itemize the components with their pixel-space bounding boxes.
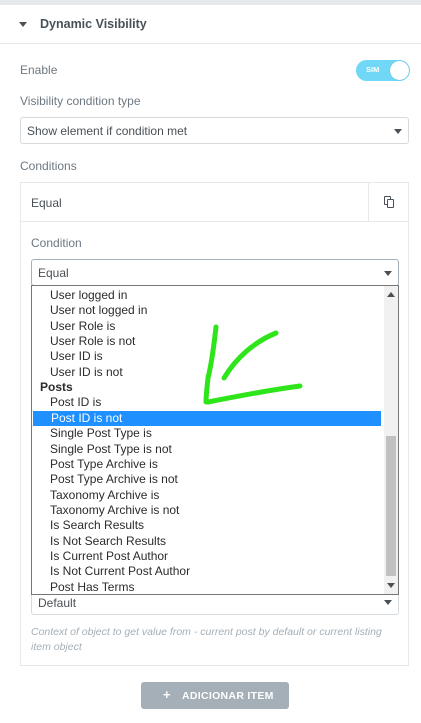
dropdown-option[interactable]: Single Post Type is (32, 426, 382, 441)
repeater-item-header[interactable]: Equal (21, 183, 408, 222)
dropdown-option[interactable]: Post Has Terms (32, 580, 382, 594)
dropdown-option[interactable]: Single Post Type is not (32, 442, 382, 457)
chevron-down-icon (394, 129, 402, 134)
toggle-knob (390, 61, 409, 80)
enable-toggle[interactable]: SIM (356, 60, 410, 81)
enable-label: Enable (20, 63, 58, 77)
dropdown-option[interactable]: Post ID is (32, 395, 382, 410)
scroll-down-icon[interactable] (387, 583, 395, 588)
dropdown-group-label: Posts (40, 380, 73, 395)
dropdown-option[interactable]: Is Current Post Author (32, 549, 382, 564)
dropdown-option[interactable]: User ID is not (32, 365, 382, 380)
conditions-label: Conditions (20, 159, 77, 173)
toggle-text: SIM (366, 65, 380, 74)
dropdown-options: User logged in User not logged in User Rol… (32, 286, 384, 594)
dropdown-option[interactable]: Is Search Results (32, 518, 382, 533)
condition-label: Condition (31, 236, 82, 250)
caret-down-icon (19, 22, 27, 27)
dropdown-option[interactable]: User Role is not (32, 334, 382, 349)
dropdown-option[interactable]: User ID is (32, 349, 382, 364)
dropdown-option[interactable]: Taxonomy Archive is (32, 488, 382, 503)
plus-icon: + (163, 687, 171, 702)
visibility-type-value: Show element if condition met (27, 124, 188, 138)
dropdown-scrollbar[interactable] (384, 286, 398, 594)
chevron-down-icon (384, 271, 392, 276)
scroll-up-icon[interactable] (387, 292, 395, 297)
condition-select[interactable]: Equal (31, 259, 399, 286)
dropdown-option[interactable]: User Role is (32, 319, 382, 334)
repeater-item-title: Equal (31, 196, 62, 210)
context-value: Default (38, 596, 77, 610)
dropdown-option[interactable]: Is Not Current Post Author (32, 564, 382, 579)
chevron-down-icon (384, 600, 392, 605)
add-item-button[interactable]: + ADICIONAR ITEM (141, 682, 289, 709)
dropdown-option[interactable]: User not logged in (32, 303, 382, 318)
condition-value: Equal (38, 266, 69, 280)
add-item-label: ADICIONAR ITEM (182, 690, 274, 702)
visibility-type-label: Visibility condition type (20, 94, 141, 108)
section-header[interactable]: Dynamic Visibility (0, 5, 421, 44)
dropdown-option[interactable]: Post Type Archive is (32, 457, 382, 472)
section-title: Dynamic Visibility (40, 17, 147, 31)
condition-dropdown-list[interactable]: User logged in User not logged in User Rol… (31, 285, 399, 595)
visibility-type-select[interactable]: Show element if condition met (20, 117, 409, 144)
dropdown-option[interactable]: Taxonomy Archive is not (32, 503, 382, 518)
dropdown-option[interactable]: Is Not Search Results (32, 534, 382, 549)
dropdown-option[interactable]: Post ID is not (33, 410, 381, 426)
context-help-text: Context of object to get value from - cu… (31, 626, 382, 653)
copy-icon-front (387, 199, 394, 208)
scroll-thumb[interactable] (386, 436, 396, 576)
duplicate-button[interactable] (368, 183, 408, 221)
dropdown-option[interactable]: User logged in (32, 288, 382, 303)
dropdown-option[interactable]: Post Type Archive is not (32, 472, 382, 487)
